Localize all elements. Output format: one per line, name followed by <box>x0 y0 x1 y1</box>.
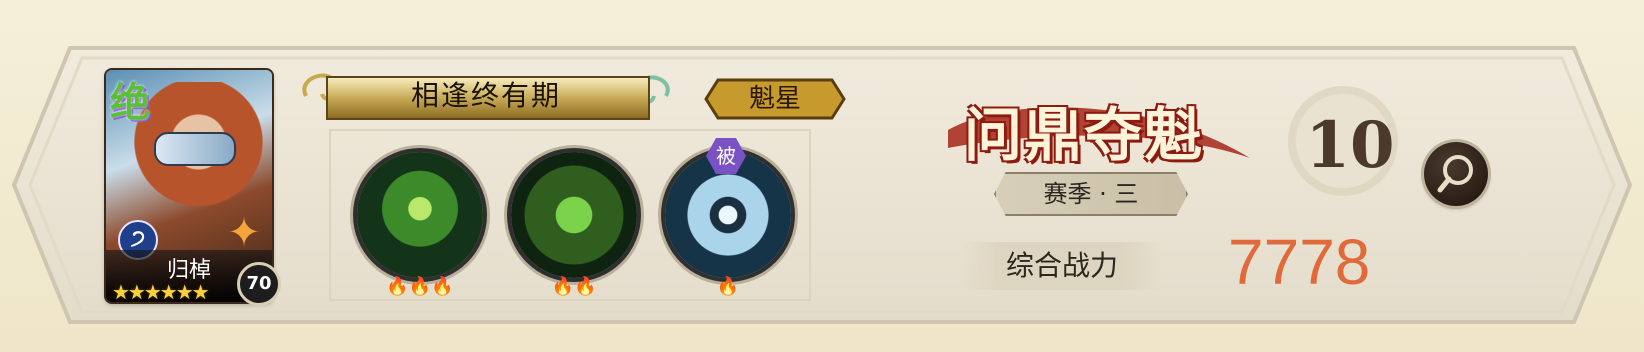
magnifier-icon <box>1437 155 1473 193</box>
skill-1-flames: 🔥🔥🔥 <box>386 276 454 297</box>
search-button[interactable] <box>1424 142 1488 206</box>
skill-2-icon[interactable] <box>511 152 637 278</box>
season-rank: 10 <box>1305 108 1395 183</box>
season-title-text: 问鼎夺魁 <box>964 101 1205 169</box>
season-subtitle: 赛季 · 三 <box>994 172 1188 216</box>
title-plaque: 相逢终有期 <box>296 66 676 124</box>
power-value: 7778 <box>1228 226 1371 298</box>
grade-badge: 绝 <box>110 79 150 126</box>
rank-badge: 魁星 <box>704 78 846 120</box>
level-badge: 70 <box>237 262 281 306</box>
star-rating: ★★★★★★ <box>112 280 210 302</box>
rank-badge-text: 魁星 <box>748 84 801 114</box>
power-label: 综合战力 <box>962 242 1162 290</box>
skill-2-flames: 🔥🔥 <box>551 276 597 297</box>
season-title: 问鼎夺魁 <box>944 88 1254 172</box>
title-text: 相逢终有期 <box>410 79 561 112</box>
skill-1-icon[interactable] <box>357 152 483 278</box>
skill-3-flames: 🔥 <box>716 276 740 297</box>
eyepatch <box>154 132 236 166</box>
